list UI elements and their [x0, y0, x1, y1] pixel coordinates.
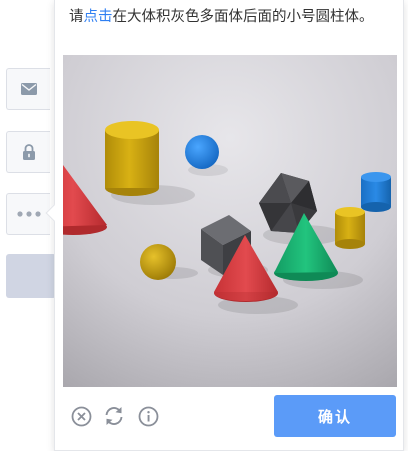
- info-icon: [138, 406, 158, 426]
- captcha-scene-image[interactable]: [63, 55, 397, 387]
- mail-icon: [20, 83, 37, 95]
- background-login-form: [0, 0, 60, 451]
- yellow-large-cylinder: [105, 121, 159, 196]
- instruction-post: 在大体积灰色多面体后面的小号圆柱体。: [112, 9, 374, 25]
- email-field-icon-box: [6, 68, 50, 110]
- info-button[interactable]: [135, 403, 161, 429]
- confirm-button[interactable]: 确认: [274, 395, 396, 437]
- instruction-pre: 请: [69, 9, 84, 25]
- login-button[interactable]: [6, 254, 56, 298]
- close-button[interactable]: [68, 403, 94, 429]
- blue-small-cylinder: [361, 172, 391, 212]
- blue-sphere: [185, 135, 219, 169]
- circle-x-icon: [71, 406, 91, 426]
- password-field-icon-box: [6, 131, 50, 173]
- captcha-instruction: 请点击在大体积灰色多面体后面的小号圆柱体。: [69, 8, 391, 26]
- lock-icon: [22, 144, 35, 160]
- refresh-button[interactable]: [101, 403, 127, 429]
- captcha-popup: 请点击在大体积灰色多面体后面的小号圆柱体。 确认: [45, 0, 405, 451]
- instruction-click-word: 点击: [83, 9, 113, 25]
- yellow-small-cylinder: [335, 207, 365, 249]
- refresh-icon: [105, 407, 123, 425]
- yellow-sphere: [140, 244, 176, 280]
- more-dots-icon: [16, 211, 41, 217]
- captcha-toolbar: 确认: [55, 395, 405, 439]
- captcha-field-icon-box[interactable]: [6, 193, 50, 235]
